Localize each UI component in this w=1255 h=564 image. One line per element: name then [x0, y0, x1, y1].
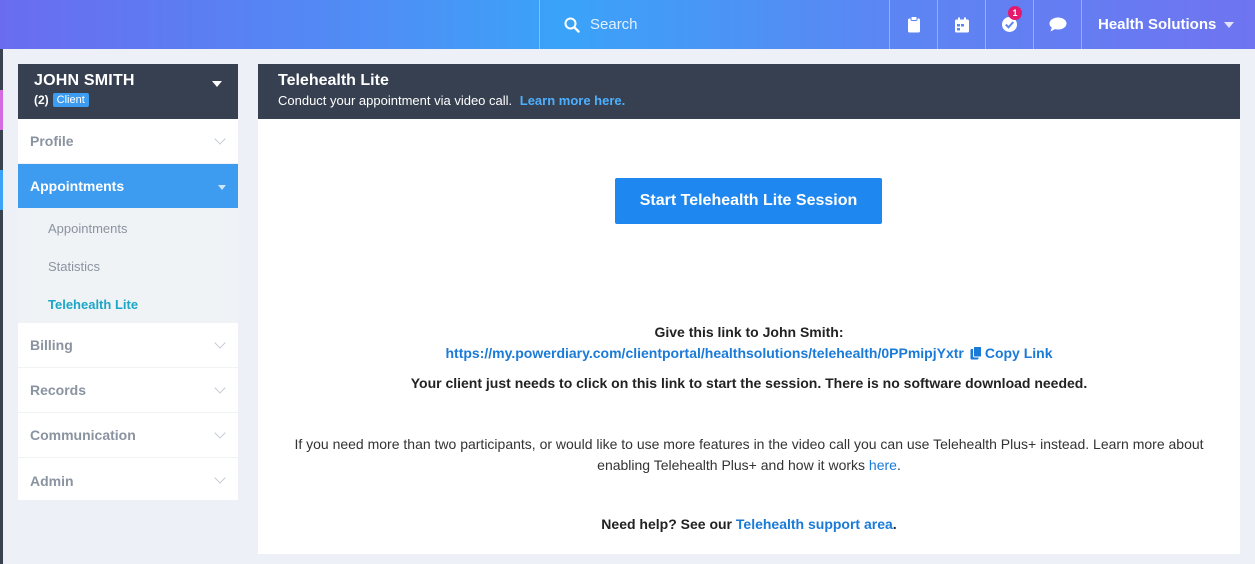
learn-more-link[interactable]: Learn more here. [520, 93, 626, 108]
client-header[interactable]: JOHN SMITH (2) Client [18, 64, 238, 119]
help-text: Need help? See our [601, 516, 732, 532]
punctuation: . [896, 457, 901, 473]
chevron-down-icon [214, 472, 226, 484]
client-count: (2) [34, 93, 49, 107]
messages-button[interactable] [1033, 0, 1081, 49]
start-session-button[interactable]: Start Telehealth Lite Session [615, 178, 882, 224]
calendar-icon [954, 17, 969, 32]
session-link-row: https://my.powerdiary.com/clientportal/h… [258, 345, 1240, 361]
punctuation: . [892, 516, 897, 532]
sidebar-item-billing[interactable]: Billing [18, 323, 238, 368]
copy-icon [970, 346, 982, 360]
sidebar-item-label: Communication [30, 427, 136, 443]
edge-marker [0, 90, 3, 130]
sidebar-item-label: Profile [30, 133, 74, 149]
client-instructions: Your client just needs to click on this … [410, 375, 1088, 391]
client-tag: Client [52, 93, 89, 107]
copy-link-label: Copy Link [984, 345, 1053, 361]
caret-down-icon[interactable] [212, 81, 222, 87]
search-icon [564, 17, 580, 33]
sidebar-item-records[interactable]: Records [18, 368, 238, 413]
chevron-down-icon [214, 427, 226, 439]
chevron-down-icon [214, 337, 226, 349]
sidebar-item-label: Billing [30, 337, 73, 353]
telehealth-plus-link[interactable]: here [869, 457, 897, 473]
chevron-down-icon [1224, 21, 1235, 28]
chevron-down-icon [214, 382, 226, 394]
session-url-link[interactable]: https://my.powerdiary.com/clientportal/h… [445, 345, 963, 361]
subnav-item-statistics[interactable]: Statistics [18, 247, 238, 285]
search-placeholder: Search [590, 16, 638, 33]
sidebar-item-label: Records [30, 382, 87, 398]
tasks-button[interactable]: 1 [985, 0, 1033, 49]
sidebar-item-label: Appointments [30, 178, 125, 194]
client-name: JOHN SMITH [34, 72, 135, 89]
subnav-item-appointments[interactable]: Appointments [18, 209, 238, 247]
practice-menu[interactable]: Health Solutions [1081, 0, 1255, 49]
clipboard-button[interactable] [889, 0, 937, 49]
caret-down-icon [218, 185, 226, 190]
top-bar: Search 1 Health Solutions [0, 0, 1255, 49]
page-title: Telehealth Lite [278, 72, 389, 89]
sidebar-item-admin[interactable]: Admin [18, 458, 238, 503]
sidebar-item-profile[interactable]: Profile [18, 119, 238, 164]
edge-marker [0, 170, 3, 210]
telehealth-plus-info: If you need more than two participants, … [258, 434, 1240, 476]
appointments-submenu: Appointments Statistics Telehealth Lite [18, 209, 238, 323]
sidebar-item-communication[interactable]: Communication [18, 413, 238, 458]
notification-badge: 1 [1008, 6, 1022, 20]
subnav-item-telehealth-lite[interactable]: Telehealth Lite [18, 285, 238, 323]
support-area-link[interactable]: Telehealth support area [736, 516, 893, 532]
practice-name: Health Solutions [1098, 16, 1217, 33]
search-box[interactable]: Search [539, 0, 890, 49]
sidebar-item-appointments[interactable]: Appointments [18, 164, 238, 209]
chat-icon [1049, 17, 1066, 32]
telehealth-plus-text: If you need more than two participants, … [294, 436, 1204, 473]
client-sidebar: JOHN SMITH (2) Client Profile Appointmen… [18, 64, 238, 500]
chevron-down-icon [214, 133, 226, 145]
sidebar-item-label: Admin [30, 472, 74, 489]
help-line: Need help? See our Telehealth support ar… [258, 516, 1240, 532]
clipboard-icon [907, 16, 920, 33]
give-link-label: Give this link to John Smith: [654, 324, 844, 340]
panel-header: Telehealth Lite Conduct your appointment… [258, 64, 1240, 119]
page-subtitle: Conduct your appointment via video call. [278, 93, 513, 108]
telehealth-panel: Telehealth Lite Conduct your appointment… [258, 64, 1240, 554]
calendar-button[interactable] [937, 0, 985, 49]
copy-link-button[interactable]: Copy Link [970, 345, 1053, 361]
left-edge-strip [0, 49, 3, 564]
